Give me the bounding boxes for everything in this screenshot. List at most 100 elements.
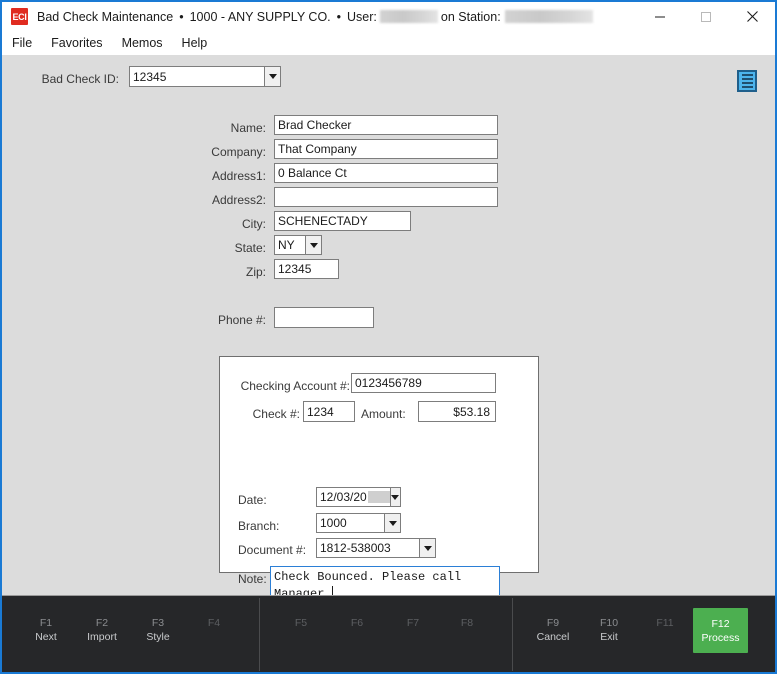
f2-key: F2 [95,617,109,629]
chevron-down-icon [423,545,432,551]
f7-key: F7 [406,617,420,629]
function-key-f9[interactable]: F9 Cancel [527,616,579,644]
window-controls [637,2,775,31]
function-key-f10[interactable]: F10 Exit [583,616,635,644]
function-key-f1[interactable]: F1 Next [20,616,72,644]
checking-account-input[interactable]: 0123456789 [351,373,496,393]
f6-key: F6 [350,617,364,629]
function-key-f6: F6 [331,616,383,630]
function-key-f3[interactable]: F3 Style [132,616,184,644]
f3-name: Style [146,631,170,643]
phone-label: Phone #: [217,313,266,327]
chevron-down-icon [268,74,277,79]
branch-combo[interactable]: 1000 [316,513,401,533]
branch-label: Branch: [238,519,280,533]
menu-item-memos[interactable]: Memos [120,35,165,51]
f11-key: F11 [656,617,674,629]
city-input[interactable]: SCHENECTADY [274,211,411,231]
zip-input[interactable]: 12345 [274,259,339,279]
list-line-3 [741,82,753,84]
name-label: Name: [230,121,266,135]
amount-label: Amount: [361,407,406,421]
list-line-1 [741,74,753,76]
phone-input[interactable] [274,307,374,328]
menu-item-favorites[interactable]: Favorites [49,35,104,51]
f10-key: F10 [599,617,619,629]
name-input[interactable]: Brad Checker [274,115,498,135]
document-number-input[interactable]: 1812-538003 [316,538,419,558]
state-label: State: [234,241,266,255]
zip-label: Zip: [245,265,266,279]
window-station-label: on Station: [440,9,501,24]
company-input[interactable]: That Company [274,139,498,159]
f8-key: F8 [460,617,474,629]
check-number-label: Check #: [252,407,300,421]
check-number-input[interactable]: 1234 [303,401,355,422]
function-key-f7: F7 [387,616,439,630]
document-number-combo[interactable]: 1812-538003 [316,538,436,558]
title-separator-2: • [336,9,342,24]
address1-label: Address1: [211,169,266,183]
list-line-2 [741,78,753,80]
city-label: City: [242,217,266,231]
title-separator-1: • [179,9,184,24]
maximize-button[interactable] [683,2,729,31]
address2-input[interactable] [274,187,498,207]
function-key-f12-process[interactable]: F12 Process [693,608,748,653]
menu-item-help[interactable]: Help [180,35,210,51]
state-input[interactable]: NY [274,235,305,255]
function-key-f8: F8 [441,616,493,630]
title-bar: ECI Bad Check Maintenance • 1000 - ANY S… [2,2,775,31]
function-bar-divider-2 [512,598,513,671]
window-title: Bad Check Maintenance [37,9,174,24]
chevron-down-icon [391,494,400,500]
app-logo-icon: ECI [11,8,28,25]
date-input[interactable]: 12/03/20 [316,487,390,507]
bad-check-id-input[interactable]: 12345 [129,66,264,87]
function-key-f5: F5 [275,616,327,630]
user-name-redacted [379,10,438,23]
amount-input[interactable]: $53.18 [418,401,496,422]
date-dropdown-arrow[interactable] [389,487,401,507]
f1-key: F1 [39,617,53,629]
function-key-f4: F4 [188,616,240,630]
application-window: ECI Bad Check Maintenance • 1000 - ANY S… [0,0,777,674]
address1-input[interactable]: 0 Balance Ct [274,163,498,183]
station-name-redacted [504,10,593,23]
bad-check-id-combo[interactable]: 12345 [129,66,281,87]
f4-key: F4 [207,617,221,629]
client-area: Bad Check ID: 12345 Name: Brad Checker C… [2,55,775,610]
function-bar-divider-1 [259,598,260,671]
company-label: Company: [211,145,266,159]
f5-key: F5 [294,617,308,629]
window-company: 1000 - ANY SUPPLY CO. [189,9,331,24]
function-key-f11: F11 [639,616,691,630]
document-number-dropdown-arrow[interactable] [419,538,436,558]
date-label: Date: [238,493,267,507]
f10-name: Exit [600,631,618,643]
f3-key: F3 [151,617,165,629]
function-key-f2[interactable]: F2 Import [76,616,128,644]
checking-account-label: Checking Account #: [240,379,350,393]
minimize-button[interactable] [637,2,683,31]
bad-check-id-label: Bad Check ID: [41,72,119,86]
window-user-label: User: [347,9,377,24]
date-value: 12/03/20 [320,490,367,504]
note-label: Note: [238,572,267,586]
branch-dropdown-arrow[interactable] [384,513,401,533]
f9-key: F9 [546,617,560,629]
list-document-icon[interactable] [737,70,757,92]
close-button[interactable] [729,2,775,31]
menu-item-file[interactable]: File [10,35,34,51]
state-dropdown-arrow[interactable] [305,235,322,255]
function-key-bar: F1 Next F2 Import F3 Style F4 F5 F6 F7 F… [2,595,775,672]
f12-name: Process [701,631,740,644]
document-number-label: Document #: [238,543,307,557]
chevron-down-icon [309,242,318,248]
state-combo[interactable]: NY [274,235,322,255]
check-details-panel: Checking Account #: 0123456789 Check #: … [219,356,539,610]
date-year-redacted [367,491,390,503]
branch-input[interactable]: 1000 [316,513,384,533]
bad-check-id-dropdown-arrow[interactable] [264,66,281,87]
date-combo[interactable]: 12/03/20 [316,487,401,507]
